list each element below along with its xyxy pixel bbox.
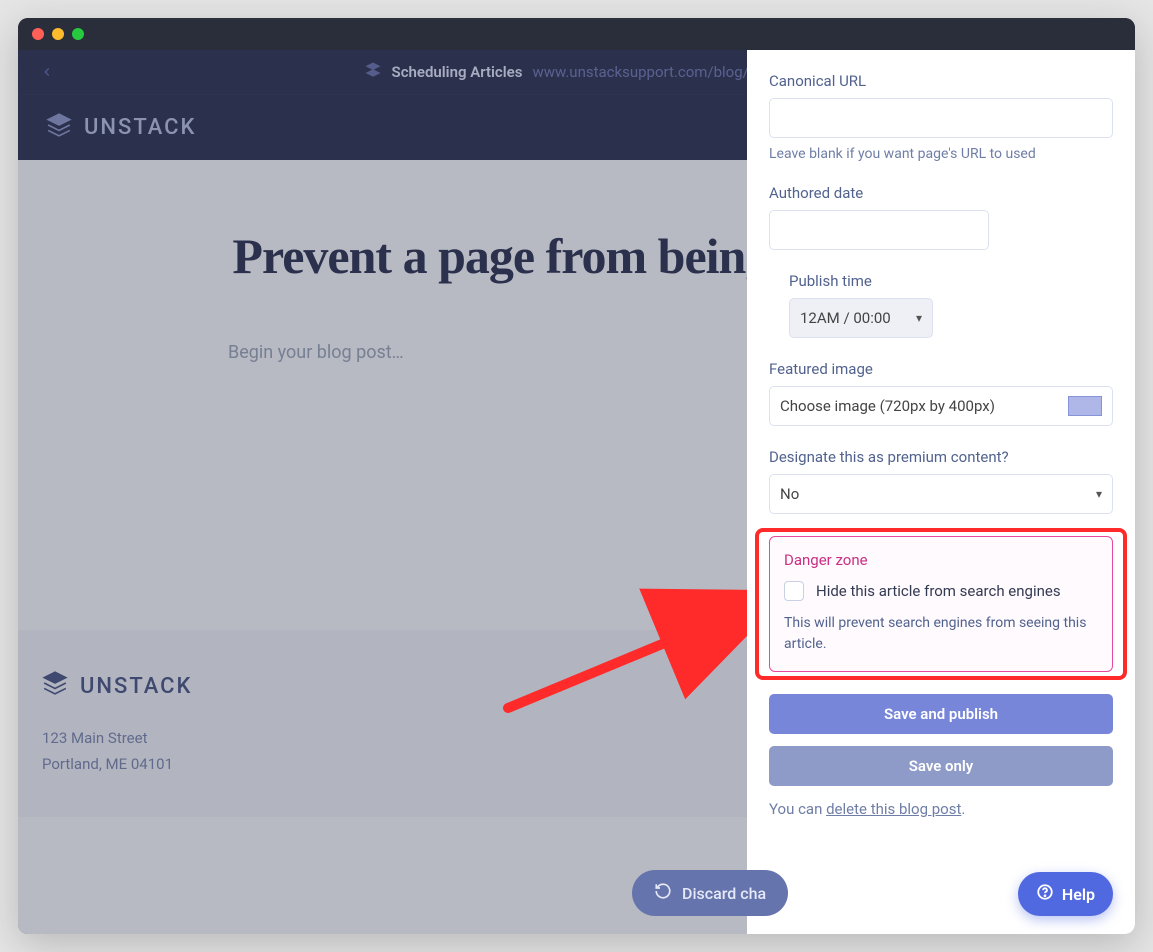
authored-date-input[interactable] bbox=[769, 210, 989, 250]
canonical-url-label: Canonical URL bbox=[769, 72, 1113, 90]
premium-select[interactable]: No ▾ bbox=[769, 474, 1113, 514]
field-publish-time: Publish time 12AM / 00:00 ▾ bbox=[769, 272, 1113, 338]
discard-label: Discard cha bbox=[682, 884, 766, 903]
hide-from-search-row[interactable]: Hide this article from search engines bbox=[784, 581, 1098, 601]
featured-image-label: Featured image bbox=[769, 360, 1113, 378]
undo-icon bbox=[654, 882, 672, 904]
back-button[interactable] bbox=[34, 59, 60, 85]
stack-icon bbox=[42, 670, 68, 702]
window-minimize-button[interactable] bbox=[52, 28, 64, 40]
field-featured-image: Featured image Choose image (720px by 40… bbox=[769, 360, 1113, 426]
help-label: Help bbox=[1062, 885, 1095, 904]
delete-suffix: . bbox=[961, 800, 965, 818]
danger-zone-description: This will prevent search engines from se… bbox=[784, 613, 1098, 655]
delete-prefix: You can bbox=[769, 800, 826, 818]
delete-line: You can delete this blog post. bbox=[769, 800, 1113, 818]
danger-zone-title: Danger zone bbox=[784, 551, 1098, 569]
featured-image-picker[interactable]: Choose image (720px by 400px) bbox=[769, 386, 1113, 426]
stack-icon bbox=[364, 61, 382, 83]
discard-changes-button[interactable]: Discard cha bbox=[632, 870, 788, 916]
help-button[interactable]: Help bbox=[1018, 872, 1113, 916]
field-authored-date: Authored date bbox=[769, 184, 1113, 250]
stack-icon bbox=[46, 112, 72, 144]
premium-value: No bbox=[780, 485, 799, 503]
canonical-url-helper: Leave blank if you want page's URL to us… bbox=[769, 146, 1113, 162]
chevron-down-icon: ▾ bbox=[916, 311, 922, 325]
settings-sidepanel: Canonical URL Leave blank if you want pa… bbox=[747, 50, 1135, 934]
premium-label: Designate this as premium content? bbox=[769, 448, 1113, 466]
publish-time-value: 12AM / 00:00 bbox=[800, 309, 891, 327]
chevron-down-icon: ▾ bbox=[1096, 487, 1102, 501]
save-and-publish-button[interactable]: Save and publish bbox=[769, 694, 1113, 734]
hide-from-search-label: Hide this article from search engines bbox=[816, 582, 1061, 600]
window-maximize-button[interactable] bbox=[72, 28, 84, 40]
window-close-button[interactable] bbox=[32, 28, 44, 40]
featured-image-text: Choose image (720px by 400px) bbox=[780, 397, 1060, 415]
field-premium: Designate this as premium content? No ▾ bbox=[769, 448, 1113, 514]
save-only-button[interactable]: Save only bbox=[769, 746, 1113, 786]
field-canonical-url: Canonical URL Leave blank if you want pa… bbox=[769, 72, 1113, 162]
help-icon bbox=[1036, 883, 1054, 905]
publish-time-select[interactable]: 12AM / 00:00 ▾ bbox=[789, 298, 933, 338]
brand-logo[interactable]: UNSTACK bbox=[46, 112, 196, 144]
danger-zone: Danger zone Hide this article from searc… bbox=[769, 536, 1113, 672]
footer-brand-name: UNSTACK bbox=[80, 674, 192, 699]
image-thumb-icon bbox=[1068, 396, 1102, 416]
brand-name: UNSTACK bbox=[84, 115, 196, 140]
canonical-url-input[interactable] bbox=[769, 98, 1113, 138]
delete-blog-post-link[interactable]: delete this blog post bbox=[826, 800, 961, 818]
app-window: Scheduling Articles www.unstacksupport.c… bbox=[18, 18, 1135, 934]
publish-time-label: Publish time bbox=[789, 272, 1113, 290]
topbar-title: Scheduling Articles bbox=[392, 63, 523, 81]
hide-from-search-checkbox[interactable] bbox=[784, 581, 804, 601]
authored-date-label: Authored date bbox=[769, 184, 1113, 202]
titlebar bbox=[18, 18, 1135, 50]
